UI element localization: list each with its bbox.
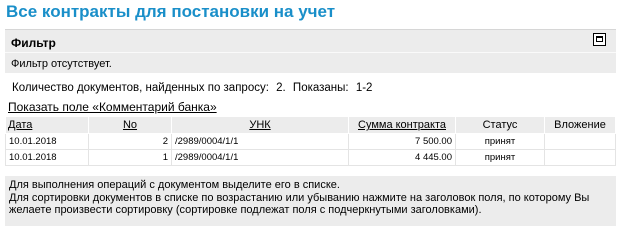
filter-divider — [5, 52, 616, 53]
cell-attachment — [544, 149, 616, 166]
table-row[interactable]: 10.01.2018 2 /2989/0004/1/1 7 500.00 при… — [5, 133, 616, 150]
column-header-date[interactable]: Дата — [5, 116, 89, 134]
cell-status: принят — [455, 149, 545, 166]
contracts-page: Все контракты для постановки на учет Фил… — [0, 0, 624, 228]
documents-count-line: Количество документов, найденных по запр… — [12, 82, 376, 94]
documents-table: Дата No УНК Сумма контракта Статус Вложе… — [5, 116, 616, 166]
cell-date: 10.01.2018 — [5, 133, 89, 150]
maximize-icon[interactable] — [593, 33, 606, 46]
cell-unk: /2989/0004/1/1 — [171, 149, 349, 166]
column-header-number[interactable]: No — [88, 116, 172, 134]
table-row[interactable]: 10.01.2018 1 /2989/0004/1/1 4 445.00 при… — [5, 149, 616, 166]
help-text-select: Для выполнения операций с документом выд… — [9, 179, 340, 191]
column-header-sum[interactable]: Сумма контракта — [348, 116, 456, 134]
help-panel: Для выполнения операций с документом выд… — [5, 176, 616, 226]
shown-range-value: 1-2 — [355, 82, 373, 94]
cell-attachment — [544, 133, 616, 150]
column-header-status: Статус — [455, 116, 545, 134]
cell-number: 1 — [88, 149, 172, 166]
filter-panel: Фильтр Фильтр отсутствует. — [5, 29, 616, 73]
show-bank-comment-link[interactable]: Показать поле «Комментарий банка» — [8, 100, 217, 114]
filter-title: Фильтр — [11, 36, 56, 50]
cell-status: принят — [455, 133, 545, 150]
column-header-attachment: Вложение — [544, 116, 616, 134]
cell-sum: 4 445.00 — [348, 149, 456, 166]
cell-date: 10.01.2018 — [5, 149, 89, 166]
column-header-unk[interactable]: УНК — [171, 116, 349, 134]
help-text-sorting: Для сортировки документов в списке по во… — [9, 191, 590, 217]
shown-range-label: Показаны: — [292, 82, 349, 94]
filter-status-text: Фильтр отсутствует. — [11, 58, 112, 70]
cell-unk: /2989/0004/1/1 — [171, 133, 349, 150]
found-count-label: Количество документов, найденных по запр… — [12, 82, 269, 94]
page-title: Все контракты для постановки на учет — [6, 2, 336, 21]
cell-number: 2 — [88, 133, 172, 150]
table-header-row: Дата No УНК Сумма контракта Статус Вложе… — [5, 116, 616, 134]
cell-sum: 7 500.00 — [348, 133, 456, 150]
found-count-value: 2. — [276, 82, 286, 94]
